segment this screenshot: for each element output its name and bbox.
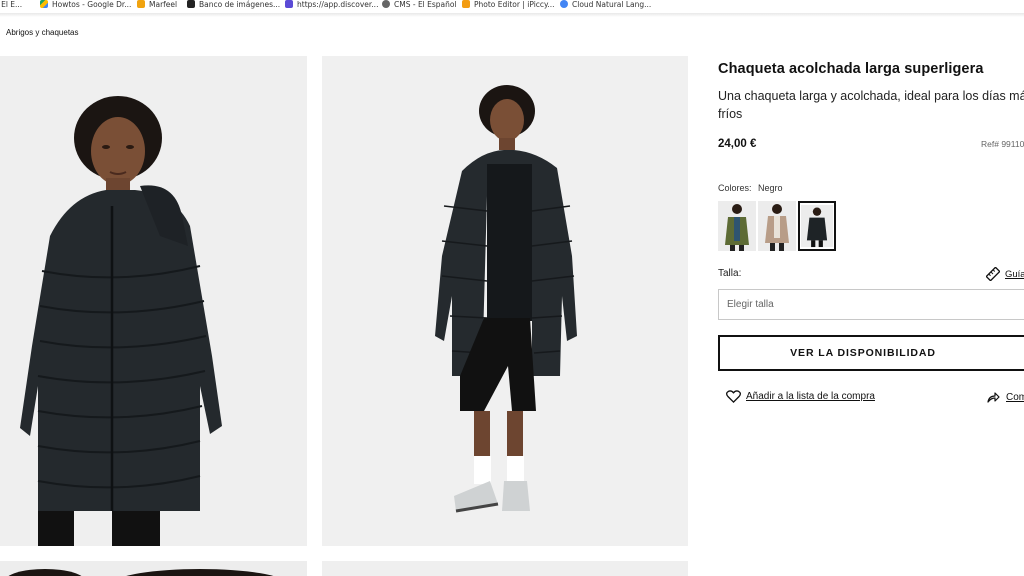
breadcrumb[interactable]: Abrigos y chaquetas [6, 28, 79, 37]
model-full-body-illustration [322, 56, 688, 546]
size-label: Talla: [718, 268, 742, 279]
model-detail-illustration [0, 561, 307, 576]
product-ref: Ref# 99110 [981, 139, 1024, 149]
size-guide-label: Guía de tallas [1005, 268, 1024, 280]
google-drive-icon [40, 0, 48, 8]
cloud-icon [560, 0, 568, 8]
bookmark-item[interactable]: Cloud Natural Lang... [560, 0, 651, 10]
size-select[interactable]: Elegir talla [718, 289, 1024, 320]
marfeel-icon [137, 0, 145, 8]
ruler-icon [986, 267, 1000, 281]
toolbar-divider [0, 13, 1024, 17]
bookmark-item[interactable]: Marfeel [137, 0, 177, 10]
black-jacket-thumbnail [801, 204, 833, 248]
khaki-jacket-thumbnail [718, 201, 756, 251]
add-to-wishlist-link[interactable]: Añadir a la lista de la compra [726, 390, 875, 403]
share-arrow-icon [987, 392, 1000, 403]
bookmark-item[interactable]: Howtos - Google Dr... [40, 0, 131, 10]
ipiccy-icon [462, 0, 470, 8]
beige-jacket-thumbnail [758, 201, 796, 251]
share-link[interactable]: Compartir [987, 391, 1024, 403]
bookmark-item[interactable]: Banco de imágenes... [187, 0, 280, 10]
product-image-detail[interactable] [0, 561, 307, 576]
colors-label: Colores: Negro [718, 183, 783, 193]
bookmarks-bar: - El E... Howtos - Google Dr... Marfeel … [0, 0, 1024, 12]
color-swatch-beige[interactable] [758, 201, 796, 251]
bookmark-item[interactable]: Photo Editor | iPiccy... [462, 0, 555, 10]
size-guide-link[interactable]: Guía de tallas [986, 267, 1024, 281]
model-closeup-illustration [0, 56, 307, 546]
product-image-full-body[interactable] [322, 56, 688, 546]
check-availability-label: VER LA DISPONIBILIDAD [790, 347, 936, 359]
discover-icon [285, 0, 293, 8]
color-swatch-caqui[interactable] [718, 201, 756, 251]
check-availability-button[interactable]: VER LA DISPONIBILIDAD [718, 335, 1024, 371]
product-image-back[interactable] [322, 561, 688, 576]
product-image-front[interactable] [0, 56, 307, 546]
add-to-wishlist-label: Añadir a la lista de la compra [746, 391, 875, 402]
product-title: Chaqueta acolchada larga superligera [718, 61, 984, 77]
bookmark-item[interactable]: CMS - El Español [382, 0, 457, 10]
colors-title: Colores: [718, 183, 752, 193]
bookmark-item[interactable]: - El E... [0, 0, 22, 10]
image-bank-icon [187, 0, 195, 8]
bookmark-item[interactable]: https://app.discover... [285, 0, 378, 10]
color-swatch-negro[interactable] [798, 201, 836, 251]
heart-icon [726, 390, 741, 403]
product-price: 24,00 € [718, 138, 757, 150]
share-label: Compartir [1006, 391, 1024, 403]
product-description: Una chaqueta larga y acolchada, ideal pa… [718, 89, 1024, 121]
selected-color-name: Negro [758, 183, 783, 193]
globe-icon [382, 0, 390, 8]
